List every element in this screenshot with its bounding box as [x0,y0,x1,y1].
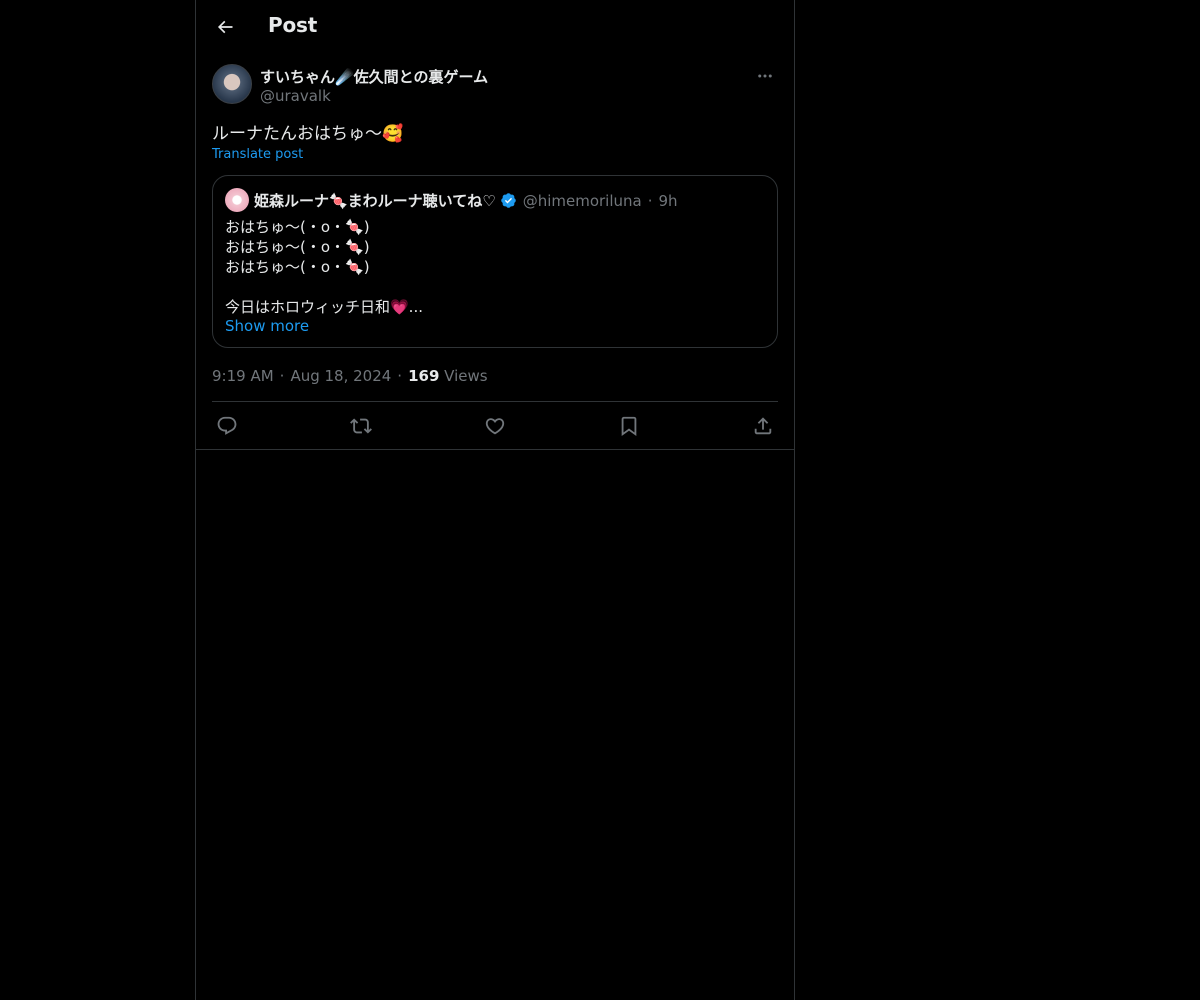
quoted-line: おはちゅ〜(・o・🍬) [225,218,370,236]
more-options-button[interactable] [752,66,778,86]
quoted-post-text: おはちゅ〜(・o・🍬) おはちゅ〜(・o・🍬) おはちゅ〜(・o・🍬) 今日はホ… [225,217,423,317]
bookmark-button[interactable] [613,414,645,438]
divider [212,401,778,402]
page-title: Post [268,13,318,37]
quoted-author-name: 姫森ルーナ🍬まわルーナ聴いてね♡ [254,192,496,210]
post-meta: 9:19 AM · Aug 18, 2024 · 169 Views [212,367,488,385]
reply-button[interactable] [211,414,243,438]
quoted-post-header: 姫森ルーナ🍬まわルーナ聴いてね♡ @himemoriluna · 9h [254,190,678,211]
like-button[interactable] [479,414,511,438]
action-bar [212,414,778,438]
more-icon [758,74,772,78]
show-more-link[interactable]: Show more [225,317,309,335]
quoted-post[interactable]: 姫森ルーナ🍬まわルーナ聴いてね♡ @himemoriluna · 9h おはちゅ… [212,175,778,348]
verified-icon [500,192,517,209]
back-button[interactable] [208,10,242,44]
post-text: ルーナたんおはちゅ〜🥰 [212,124,404,144]
bookmark-icon [621,416,637,437]
post-date[interactable]: Aug 18, 2024 [290,367,391,385]
author-handle[interactable]: @uravalk [260,87,331,105]
like-icon [485,418,505,435]
main-column: Post すいちゃん☄️佐久間との裏ゲーム @uravalk ルーナたんおはちゅ… [195,0,795,1000]
quoted-author-handle: @himemoriluna [522,191,642,210]
share-button[interactable] [747,414,779,438]
separator-dot: · [279,367,285,385]
repost-button[interactable] [345,414,377,438]
back-arrow-icon [217,20,233,34]
translate-post-link[interactable]: Translate post [212,147,303,162]
views-label: Views [444,367,488,385]
quoted-line: おはちゅ〜(・o・🍬) [225,238,370,256]
header: Post [196,0,794,53]
post-time[interactable]: 9:19 AM [212,367,274,385]
author-name[interactable]: すいちゃん☄️佐久間との裏ゲーム [260,66,488,87]
quoted-author-avatar [225,188,249,212]
share-icon [754,417,772,435]
views-count: 169 [408,367,440,385]
separator-dot: · [397,367,403,385]
post-bottom-border [196,449,794,450]
author-avatar[interactable] [212,64,252,104]
quoted-line [225,277,423,297]
quoted-post-time: 9h [658,191,678,210]
repost-icon [350,418,372,434]
quoted-line: 今日はホロウィッチ日和💗... [225,298,423,316]
separator-dot: · [647,191,653,210]
quoted-line: おはちゅ〜(・o・🍬) [225,258,370,276]
reply-icon [217,416,237,435]
